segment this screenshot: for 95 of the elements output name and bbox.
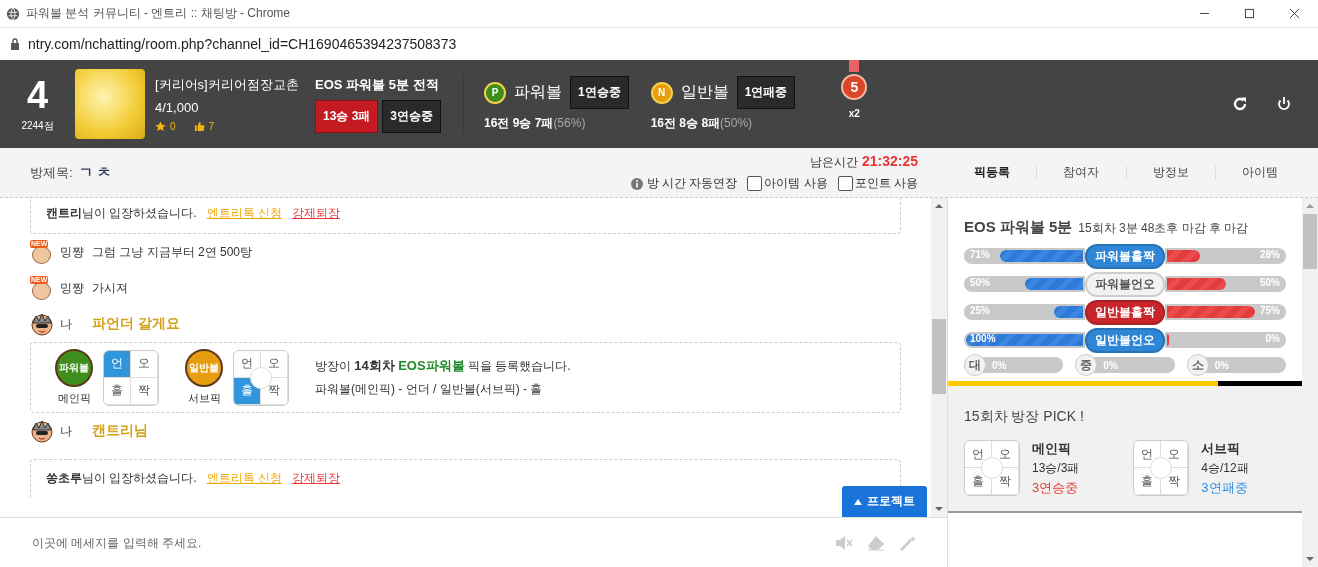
room-name: [커리어s]커리어점장교촌	[155, 76, 300, 94]
close-icon[interactable]	[1289, 8, 1300, 19]
streak-label: 3연승중	[382, 99, 442, 133]
thumbs-up-icon	[193, 121, 205, 132]
scrollbar-thumb[interactable]	[932, 319, 946, 394]
round-deadline: 15회차 3분 48초후 마감 후 마감	[1078, 220, 1249, 237]
ball-record: 16전 8승 8패	[650, 116, 721, 130]
pick-grid[interactable]: 언 오 홀 짝	[1133, 440, 1190, 496]
panel-tab[interactable]: 픽등록	[948, 164, 1037, 181]
rank-number: 4	[26, 75, 49, 115]
info-icon	[630, 177, 643, 190]
message-input[interactable]: 이곳에 메세지를 입력해 주세요.	[30, 534, 821, 551]
bet-type-label: 파워볼홀짝	[1085, 243, 1165, 269]
game-title: EOS 파워볼 5분	[964, 218, 1073, 237]
pick-label: 서브픽	[1201, 440, 1242, 458]
globe-icon	[6, 6, 20, 21]
medal-multiplier: x2	[848, 108, 860, 119]
like-count: 7	[208, 121, 215, 132]
win-rate: (56%)	[553, 116, 586, 130]
size-label: 대	[964, 354, 986, 376]
streak-label: 1연패중	[736, 76, 796, 109]
pick-cell: 짝	[131, 377, 158, 405]
room-title-label: 방제목:	[30, 163, 73, 182]
remaining-time: 21:32:25	[861, 153, 918, 169]
logo-placeholder	[75, 69, 145, 139]
win-rate: (50%)	[720, 116, 753, 130]
ball-badge: 파워볼	[55, 349, 93, 387]
room-title: ㄱ ㅊ	[78, 163, 111, 182]
pick-announcement: 방장이 14회차 EOS파워볼 픽을 등록했습니다.	[315, 357, 571, 375]
ball-name: 일반볼	[680, 82, 729, 102]
avatar-icon	[30, 419, 54, 443]
ball-badge: N	[650, 81, 673, 104]
chat-message: 캔트리님	[92, 422, 148, 440]
record-title: EOS 파워볼 5분 전적	[315, 75, 440, 94]
auto-extend-label: 방 시간 자동연장	[646, 175, 738, 192]
power-icon[interactable]	[1276, 96, 1292, 112]
scroll-down-icon[interactable]	[935, 505, 943, 513]
system-message: 캔트리님이 입장하셨습니다.	[46, 205, 197, 222]
refresh-icon[interactable]	[1232, 96, 1248, 112]
pick-streak: 3연패중	[1201, 479, 1249, 497]
scrollbar-thumb[interactable]	[1303, 214, 1317, 269]
pick-cell: 홀	[104, 377, 131, 405]
user-name: 나	[60, 422, 73, 440]
member-count: 4/1,000	[155, 100, 200, 115]
chat-message: 파언더 갈게요	[92, 315, 180, 333]
pick-detail: 파워볼(메인픽) - 언더 / 일반볼(서브픽) - 홀	[315, 381, 544, 398]
ball-record: 16전 9승 7패	[484, 116, 554, 130]
pick-streak: 3연승중	[1032, 479, 1080, 497]
panel-tab[interactable]: 참여자	[1037, 164, 1126, 181]
caret-icon	[854, 498, 862, 505]
streak-label: 1연승중	[570, 76, 629, 109]
size-label: 중	[1075, 354, 1098, 376]
option-checkbox[interactable]: 아이템 사용	[747, 175, 828, 192]
bet-type-label: 파워볼언오	[1085, 271, 1165, 297]
option-checkbox[interactable]: 포인트 사용	[837, 175, 918, 192]
user-name: 나	[60, 315, 73, 333]
pick-record: 13승/3패	[1032, 460, 1080, 477]
record-result: 13승 3패	[315, 99, 379, 133]
lock-icon	[10, 38, 20, 50]
maximize-icon[interactable]	[1244, 8, 1255, 19]
ball-badge: 일반볼	[185, 349, 223, 387]
window-title: 파워볼 분석 커뮤니티 - 엔트리 :: 채팅방 - Chrome	[26, 5, 290, 22]
pick-record: 4승/12패	[1201, 460, 1249, 477]
chat-message: 가시져	[92, 279, 128, 297]
user-name: 밍쨩	[60, 279, 85, 297]
ball-badge: P	[484, 81, 506, 104]
user-name: 밍쨩	[60, 243, 85, 261]
system-message: 쏭초루님이 입장하셨습니다.	[46, 470, 197, 487]
chat-message: 그럼 그냥 지금부터 2연 500탕	[92, 243, 253, 261]
ball-name: 파워볼	[514, 82, 562, 102]
chat-link[interactable]: 강제퇴장	[292, 470, 340, 487]
scroll-down-icon[interactable]	[1306, 555, 1314, 563]
panel-tab[interactable]: 방정보	[1126, 164, 1215, 181]
medal-badge: 5	[841, 60, 868, 100]
time-label: 남은시간	[809, 154, 858, 171]
pick-cell: 언	[104, 350, 131, 378]
points-text: 2244점	[21, 119, 54, 133]
scroll-up-icon[interactable]	[935, 202, 943, 210]
bet-type-label: 일반볼언오	[1085, 327, 1165, 353]
pick-grid[interactable]: 언 오 홀 짝	[964, 440, 1020, 496]
chat-link[interactable]: 강제퇴장	[292, 205, 340, 222]
pick-label: 메인픽	[57, 391, 91, 406]
star-count: 0	[170, 121, 176, 132]
star-icon	[155, 121, 166, 132]
project-button[interactable]: 프로젝트	[842, 486, 927, 517]
pick-cell: 오	[131, 350, 158, 378]
panel-tab[interactable]: 아이템	[1215, 164, 1304, 181]
pick-title: 15회차 방장 PICK !	[964, 408, 1085, 426]
percent-text: 100%	[970, 333, 996, 344]
bet-type-label: 일반볼홀짝	[1085, 299, 1165, 325]
pick-label: 메인픽	[1032, 440, 1072, 458]
url-text[interactable]: ntry.com/nchatting/room.php?channel_id=CH1690465394237508373	[28, 36, 457, 52]
avatar-icon	[30, 312, 54, 336]
pick-label: 서브픽	[187, 391, 221, 406]
size-label: 소	[1186, 354, 1209, 376]
